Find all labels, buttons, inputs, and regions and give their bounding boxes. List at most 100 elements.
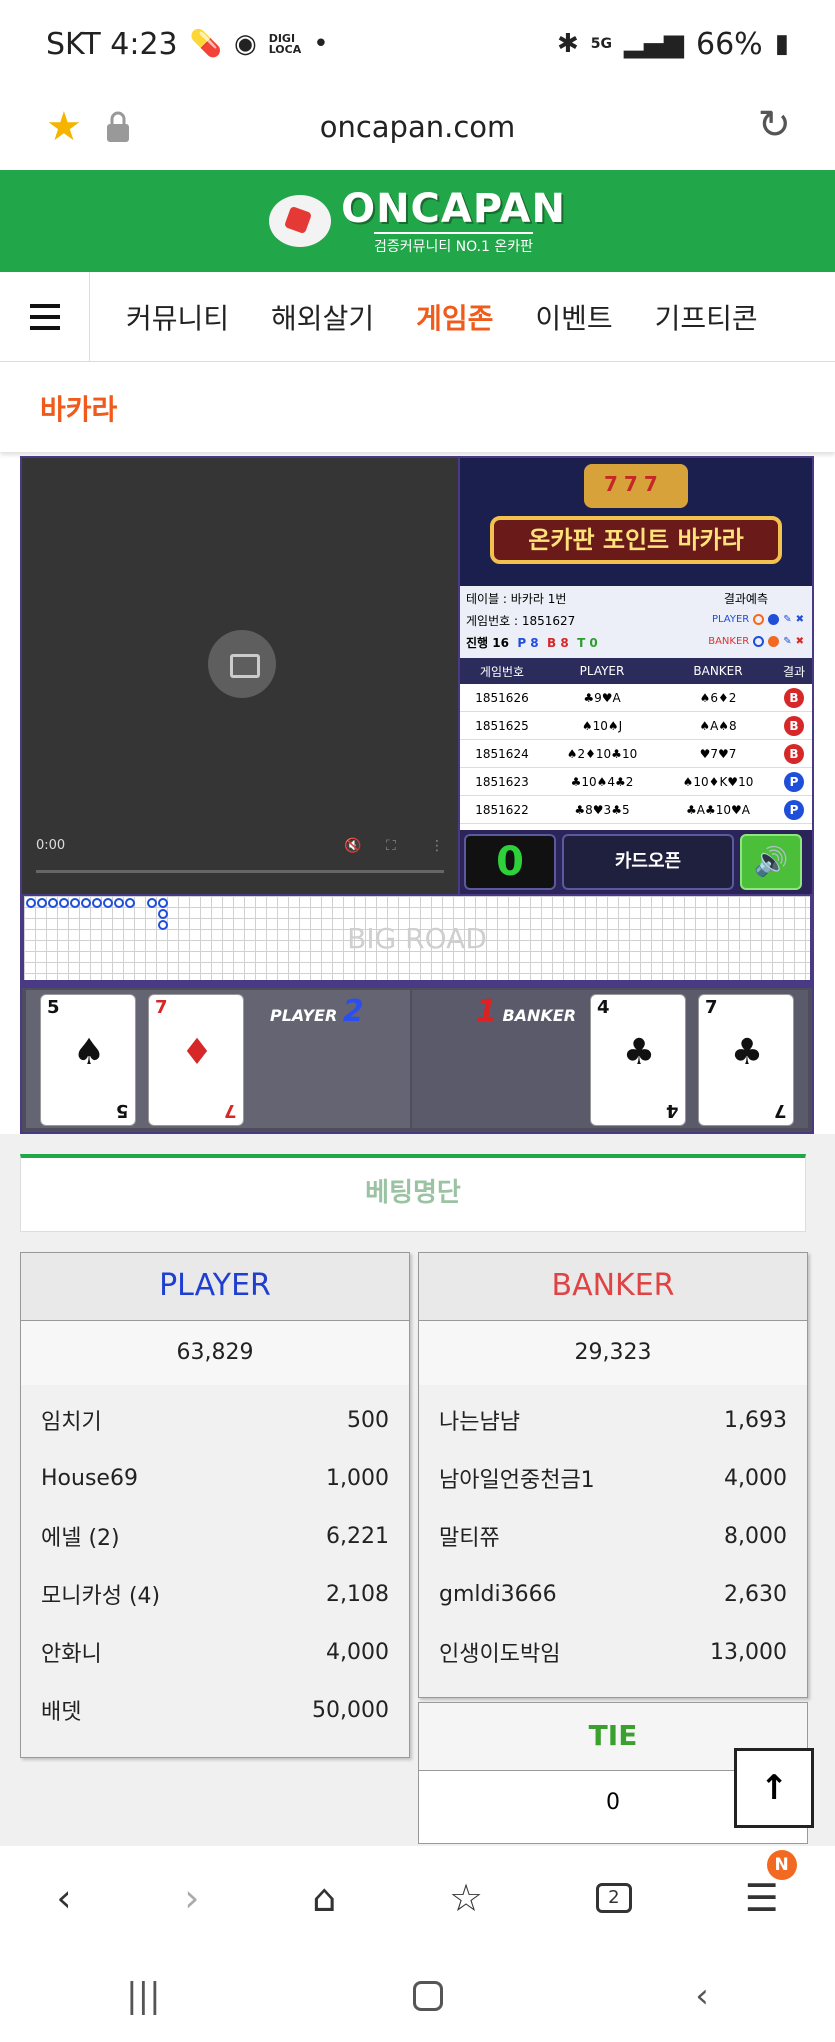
more-options-icon[interactable]: ⋮	[430, 838, 444, 854]
banker-bet-panel: BANKER 29,323 나는냠냠 1,693 남아일언중천금1 4,000 말티…	[418, 1252, 808, 1698]
video-progress-bar[interactable]	[36, 870, 444, 873]
road-bead-icon	[125, 898, 135, 908]
banker-result-badge: B	[784, 687, 804, 708]
banker-card-1: 4 ♣ 4	[590, 994, 686, 1126]
url-text[interactable]: oncapan.com	[0, 110, 835, 144]
list-item: gmldi3666 2,630	[439, 1581, 787, 1607]
browser-url-bar: ★ oncapan.com ↻	[0, 88, 835, 168]
edit-icon[interactable]: ✎	[783, 636, 791, 647]
browser-menu-icon[interactable]: ☰ N	[745, 1850, 797, 1920]
slot-machine-icon	[584, 464, 688, 508]
banker-score-label: 1 BANKER	[476, 994, 577, 1029]
predict-banker: BANKER ✎ ✖	[708, 636, 804, 647]
list-item: 남아일언중천금1 4,000	[439, 1465, 787, 1494]
system-back-icon[interactable]: ‹	[695, 1976, 709, 2016]
road-bead-icon	[158, 898, 168, 908]
back-icon[interactable]: ‹	[56, 1876, 71, 1920]
banker-card-2: 7 ♣ 7	[698, 994, 794, 1126]
predict-player-blue-option[interactable]	[768, 614, 780, 625]
table-name: 테이블 : 바카라 1번	[466, 592, 567, 606]
road-bead-icon	[59, 898, 69, 908]
predict-player-orange-option[interactable]	[753, 614, 765, 625]
player-result-badge: P	[784, 799, 804, 820]
results-header: 게임번호 PLAYER BANKER 결과	[460, 658, 812, 684]
road-bead-icon	[103, 898, 113, 908]
banner-title: 온카판 포인트 바카라	[490, 516, 782, 564]
video-time: 0:00	[36, 838, 66, 853]
pill-icon: 💊	[189, 29, 222, 59]
game-controls: 0 카드오픈 🔊	[460, 830, 812, 894]
road-bead-icon	[26, 898, 36, 908]
forward-icon[interactable]: ›	[184, 1876, 199, 1920]
table-row: 1851625 ♠10♠J ♠A♠8 B	[460, 712, 812, 740]
logo-text: ONCAPAN	[341, 186, 566, 232]
close-icon[interactable]: ✖	[796, 636, 804, 647]
table-row: 1851622 ♣8♥3♣5 ♣A♣10♥A P	[460, 796, 812, 824]
logo-subtitle: 검증커뮤니티 NO.1 온카판	[373, 232, 534, 256]
logo-badge-icon	[269, 195, 332, 247]
bluetooth-icon: ✱	[556, 29, 579, 59]
fullscreen-icon[interactable]: ⛶	[386, 838, 396, 854]
status-bar: SKT 4:23 💊 ◉ DIGI LOCA • ✱ 5G ▂▄▆ 66% ▮	[0, 0, 835, 88]
favorites-icon[interactable]: ☆	[449, 1876, 483, 1920]
list-item: 인생이도박임 13,000	[439, 1639, 787, 1668]
recent-apps-icon[interactable]: |||	[126, 1976, 160, 2016]
browser-bottom-bar: ‹ › ⌂ ☆ 2 ☰ N	[0, 1846, 835, 1950]
carrier-time: SKT 4:23	[46, 26, 178, 62]
scroll-to-top-button[interactable]: ↑	[734, 1748, 814, 1828]
banker-bet-header: BANKER	[419, 1253, 807, 1321]
signal-icon: ▂▄▆	[624, 29, 684, 59]
banker-score: 1	[476, 994, 497, 1029]
hamburger-menu-icon[interactable]	[0, 271, 90, 362]
card-open-button[interactable]: 카드오픈	[562, 834, 734, 890]
card-table: 5 ♠ 5 7 ♦ 7 PLAYER 2 1 BANKER 4 ♣ 4 7 ♣ …	[22, 988, 812, 1132]
nav-item-overseas[interactable]: 해외살기	[271, 297, 374, 337]
player-bet-header: PLAYER	[21, 1253, 409, 1321]
game-banner: 온카판 포인트 바카라	[460, 458, 812, 586]
section-title-bar: 바카라	[0, 362, 835, 452]
nfc-icon: ◉	[234, 29, 257, 59]
site-header: ONCAPAN 검증커뮤니티 NO.1 온카판	[0, 170, 835, 272]
player-card-2: 7 ♦ 7	[148, 994, 244, 1126]
reload-icon[interactable]: ↻	[757, 102, 791, 148]
video-player[interactable]: 0:00 🔇 ⛶ ⋮	[22, 458, 458, 894]
image-placeholder-icon[interactable]	[208, 630, 276, 698]
list-item: House69 1,000	[41, 1465, 389, 1491]
player-score-label: PLAYER 2	[270, 994, 364, 1029]
result-predict-label: 결과예측	[723, 592, 768, 606]
player-bet-total: 63,829	[21, 1321, 409, 1385]
list-item: 나는냠냠 1,693	[439, 1407, 787, 1436]
big-road-board: BIG ROAD	[24, 896, 810, 980]
battery-percent: 66%	[696, 26, 763, 62]
road-bead-icon	[158, 920, 168, 930]
table-row: 1851623 ♣10♠4♣2 ♠10♦K♥10 P	[460, 768, 812, 796]
sound-toggle-icon[interactable]: 🔊	[740, 834, 802, 890]
nav-item-gifticon[interactable]: 기프티콘	[655, 297, 758, 337]
close-icon[interactable]: ✖	[796, 614, 804, 625]
predict-banker-orange-option[interactable]	[768, 636, 780, 647]
table-row: 1851626 ♣9♥A ♠6♦2 B	[460, 684, 812, 712]
mute-icon[interactable]: 🔇	[344, 838, 361, 854]
baccarat-game: 0:00 🔇 ⛶ ⋮ 온카판 포인트 바카라 테이블 : 바카라 1번 결과예측…	[20, 456, 814, 1134]
banker-result-badge: B	[784, 743, 804, 764]
site-logo[interactable]: ONCAPAN 검증커뮤니티 NO.1 온카판	[269, 186, 566, 256]
system-home-icon[interactable]	[412, 1981, 443, 2011]
big-road-label: BIG ROAD	[347, 922, 487, 955]
edit-icon[interactable]: ✎	[783, 614, 791, 625]
list-item: 말티쮸 8,000	[439, 1523, 787, 1552]
banker-result-badge: B	[784, 715, 804, 736]
home-icon[interactable]: ⌂	[312, 1876, 336, 1920]
predict-banker-blue-option[interactable]	[753, 636, 765, 647]
tabs-icon[interactable]: 2	[595, 1883, 632, 1913]
nav-item-event[interactable]: 이벤트	[535, 297, 612, 337]
results-table: 게임번호 PLAYER BANKER 결과 1851626 ♣9♥A ♠6♦2 …	[460, 658, 812, 824]
road-bead-icon	[48, 898, 58, 908]
notification-badge: N	[766, 1850, 797, 1880]
game-info: 테이블 : 바카라 1번 결과예측 게임번호 : 1851627 진행 16 P…	[460, 586, 812, 658]
countdown-display: 0	[464, 834, 556, 890]
list-item: 에넬 (2) 6,221	[41, 1523, 389, 1552]
list-item: 안화니 4,000	[41, 1639, 389, 1668]
nav-item-community[interactable]: 커뮤니티	[126, 297, 229, 337]
nav-item-gamezone[interactable]: 게임존	[416, 297, 493, 337]
road-bead-icon	[81, 898, 91, 908]
